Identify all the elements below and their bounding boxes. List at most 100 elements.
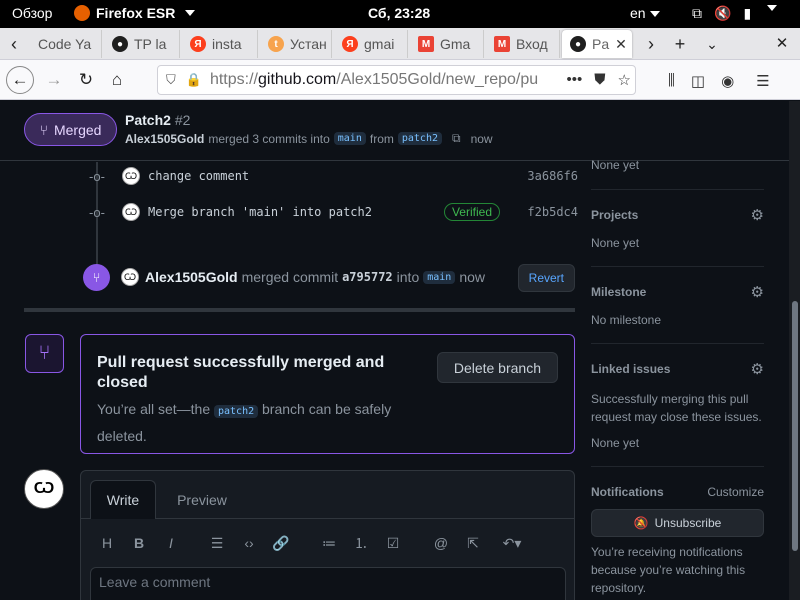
activities-button[interactable]: Обзор — [12, 5, 52, 21]
copy-icon[interactable]: ⧉ — [452, 131, 461, 146]
unsubscribe-button[interactable]: 🔕 Unsubscribe — [591, 509, 764, 537]
comment-textarea[interactable]: Leave a comment — [90, 567, 566, 600]
back-icon[interactable]: ← — [6, 66, 34, 94]
revert-button[interactable]: Revert — [517, 264, 575, 292]
chevron-down-icon — [767, 5, 778, 11]
gear-icon[interactable]: ⚙ — [751, 283, 764, 301]
merge-commit-sha[interactable]: a795772 — [342, 270, 393, 284]
gear-icon[interactable]: ⚙ — [751, 206, 764, 224]
close-tab-icon[interactable]: ✕ — [615, 36, 627, 53]
linked-issues-value: None yet — [591, 436, 640, 450]
italic-icon[interactable]: I — [159, 531, 183, 555]
clock[interactable]: Сб, 23:28 — [368, 5, 430, 21]
sidebar-icon[interactable]: ◫ — [691, 72, 705, 90]
ordered-list-icon[interactable]: ⒈ — [349, 531, 373, 555]
quote-icon[interactable]: ☰ — [205, 531, 229, 555]
firefox-icon — [74, 5, 90, 21]
gear-icon[interactable]: ⚙ — [751, 360, 764, 378]
browser-tab[interactable]: ● TP la — [104, 30, 180, 58]
unordered-list-icon[interactable]: ≔ — [317, 531, 341, 555]
divider — [591, 343, 764, 344]
avatar[interactable]: Ѡ — [24, 469, 64, 509]
merge-time: now — [459, 269, 486, 285]
lock-icon[interactable]: 🔒 — [186, 72, 202, 88]
pocket-icon[interactable]: ⛊ — [594, 71, 605, 89]
commit-sha[interactable]: 3a686f6 — [527, 169, 578, 183]
commit-sha[interactable]: f2b5dc4 — [527, 205, 578, 219]
task-list-icon[interactable]: ☑ — [381, 531, 405, 555]
system-tray[interactable]: ⧉ 🔇 ▮ — [692, 5, 778, 22]
tab-scroll-right-icon[interactable]: › — [639, 32, 663, 56]
merge-branch[interactable]: main — [423, 270, 456, 284]
head-branch[interactable]: patch2 — [397, 132, 442, 145]
browser-tab[interactable]: Code Ya — [30, 30, 102, 58]
reload-icon[interactable]: ↻ — [72, 66, 100, 94]
base-branch[interactable]: main — [333, 132, 366, 145]
git-merge-icon: ⑂ — [25, 334, 64, 373]
mention-icon[interactable]: @ — [429, 531, 453, 555]
pr-state-badge: ⑂ Merged — [24, 113, 117, 146]
tab-label: Gma — [440, 36, 471, 52]
page-actions-icon[interactable]: ••• — [567, 71, 583, 89]
tab-label: Вход — [516, 36, 548, 52]
network-icon: ⧉ — [692, 5, 702, 21]
projects-label[interactable]: Projects — [591, 208, 764, 222]
keyboard-layout-label: en — [630, 5, 646, 21]
merge-into-text: into — [396, 269, 420, 285]
linked-issues-description: Successfully merging this pull request m… — [591, 392, 762, 424]
code-icon[interactable]: ‹› — [237, 531, 261, 555]
sidebar-section-linked-issues: Linked issues ⚙ Successfully merging thi… — [591, 360, 764, 450]
divider — [591, 189, 764, 190]
scrollbar-thumb[interactable] — [792, 301, 798, 551]
tab-preview[interactable]: Preview — [165, 480, 239, 519]
browser-tab[interactable]: M Вход — [486, 30, 560, 58]
avatar[interactable]: Ѡ — [122, 167, 140, 185]
browser-tab-active[interactable]: ● Pa ✕ — [562, 30, 632, 58]
avatar[interactable]: Ѡ — [121, 268, 139, 286]
app-menu[interactable]: Firefox ESR — [74, 5, 196, 21]
home-icon[interactable]: ⌂ — [103, 66, 131, 94]
tab-scroll-left-icon[interactable]: ‹ — [2, 32, 26, 56]
link-icon[interactable]: 🔗 — [269, 531, 293, 555]
url-bar[interactable]: ⛉ 🔒 https://github.com/Alex1505Gold/new_… — [157, 65, 636, 95]
forward-icon[interactable]: → — [40, 66, 68, 94]
tab-write[interactable]: Write — [90, 480, 156, 519]
sidebar-section-notifications: Notifications Customize — [591, 485, 764, 499]
library-icon[interactable]: ⫼ — [668, 72, 675, 90]
menu-icon[interactable]: ☰ — [756, 72, 769, 90]
account-icon[interactable]: ◉ — [721, 72, 734, 90]
commit-row: -o- Ѡ Merge branch 'main' into patch2 Ve… — [88, 201, 578, 223]
pr-author-link[interactable]: Alex1505Gold — [125, 132, 204, 146]
delete-branch-button[interactable]: Delete branch — [436, 352, 558, 383]
new-tab-icon[interactable]: + — [668, 32, 692, 56]
tracking-protection-icon[interactable]: ⛉ — [166, 72, 176, 88]
browser-tab[interactable]: M Gma — [410, 30, 484, 58]
commit-message[interactable]: change comment — [148, 169, 249, 183]
merge-author-link[interactable]: Alex1505Gold — [145, 269, 238, 285]
divider — [591, 266, 764, 267]
saved-replies-icon[interactable]: ↶▾ — [495, 531, 529, 555]
bell-slash-icon: 🔕 — [633, 516, 649, 530]
linked-issues-label[interactable]: Linked issues — [591, 362, 764, 376]
bold-icon[interactable]: B — [127, 531, 151, 555]
tab-strip: ‹ Code Ya ● TP la Я insta t Устан Я gmai… — [0, 28, 800, 60]
milestone-label[interactable]: Milestone — [591, 285, 764, 299]
bookmark-star-icon[interactable]: ☆ — [618, 71, 631, 89]
merge-event: ⑂ Ѡ Alex1505Gold merged commit a795772 i… — [83, 262, 575, 292]
reference-icon[interactable]: ⇱ — [461, 531, 485, 555]
pr-state-label: Merged — [53, 121, 102, 138]
browser-tab[interactable]: Я insta — [182, 30, 258, 58]
head-branch[interactable]: patch2 — [214, 405, 259, 418]
browser-tab[interactable]: t Устан — [260, 30, 332, 58]
page-scrollbar[interactable] — [789, 101, 800, 600]
customize-link[interactable]: Customize — [707, 485, 764, 499]
commit-message[interactable]: Merge branch 'main' into patch2 — [148, 205, 372, 219]
list-all-tabs-icon[interactable]: ⌄ — [700, 32, 724, 56]
pr-number: #2 — [174, 112, 191, 128]
browser-tab[interactable]: Я gmai — [334, 30, 408, 58]
heading-icon[interactable]: H — [95, 531, 119, 555]
close-window-icon[interactable]: ✕ — [770, 32, 794, 56]
keyboard-layout[interactable]: en — [630, 5, 660, 21]
verified-badge[interactable]: Verified — [443, 203, 500, 221]
avatar[interactable]: Ѡ — [122, 203, 140, 221]
